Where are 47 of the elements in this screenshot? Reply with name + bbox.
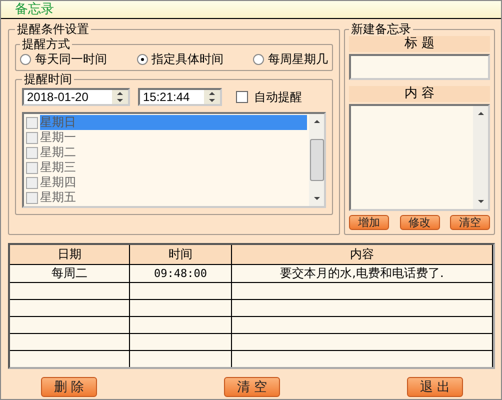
content-field[interactable] [349, 104, 490, 211]
date-field[interactable]: 2018-01-20 [22, 88, 130, 106]
action-button[interactable]: 清空 [450, 215, 490, 230]
checkbox[interactable] [26, 132, 38, 144]
action-button[interactable]: 增加 [349, 215, 389, 230]
radio-label: 每天同一时间 [35, 51, 107, 68]
radio-button[interactable] [20, 54, 31, 65]
column-header: 日期 [10, 245, 130, 264]
title-field[interactable] [349, 54, 490, 80]
list-item[interactable]: 星期五 [40, 190, 307, 205]
action-button[interactable]: 删 除 [41, 377, 97, 397]
spin-arrows-icon[interactable] [204, 90, 220, 104]
checkbox[interactable] [26, 176, 38, 188]
checkbox-label: 自动提醒 [254, 88, 302, 106]
spin-arrows-icon[interactable] [112, 90, 128, 104]
radio-button[interactable] [253, 54, 264, 65]
checkbox[interactable] [26, 146, 38, 158]
checkbox[interactable] [26, 162, 38, 174]
list-item[interactable]: 星期二 [40, 145, 307, 160]
weekday-list[interactable]: 星期日 星期一 星期二 星期三 星期四 星期五 [22, 112, 326, 208]
time-field[interactable]: 15:21:44 [138, 88, 222, 106]
table-cell: 每周二 [10, 264, 130, 282]
checkbox[interactable] [236, 91, 248, 103]
window-title: 备忘录 [15, 2, 54, 17]
action-button[interactable]: 退 出 [407, 377, 463, 397]
scrollbar[interactable] [473, 106, 488, 209]
list-item[interactable]: 星期三 [40, 160, 307, 175]
field-label: 标 题 [349, 36, 490, 52]
action-button[interactable]: 清 空 [224, 377, 280, 397]
list-item[interactable]: 星期四 [40, 175, 307, 190]
radio-button[interactable] [136, 54, 148, 65]
group-title: 新建备忘录 [350, 23, 412, 36]
list-item[interactable]: 星期一 [40, 130, 307, 145]
field-label: 内 容 [349, 86, 490, 102]
group-title: 提醒条件设置 [16, 23, 90, 36]
table-cell: 09:48:00 [130, 264, 232, 282]
group-title: 提醒方式 [21, 38, 71, 51]
scrollbar[interactable] [309, 114, 324, 206]
action-button[interactable]: 修改 [400, 215, 440, 230]
radio-label: 每周星期几 [268, 51, 328, 68]
group-title: 提醒时间 [23, 73, 73, 86]
column-header: 时间 [130, 245, 232, 264]
column-header: 内容 [232, 245, 492, 264]
checkbox[interactable] [26, 192, 38, 204]
table-cell: 要交本月的水,电费和电话费了. [232, 264, 492, 282]
checkbox[interactable] [26, 116, 38, 128]
radio-label: 指定具体时间 [152, 51, 224, 68]
